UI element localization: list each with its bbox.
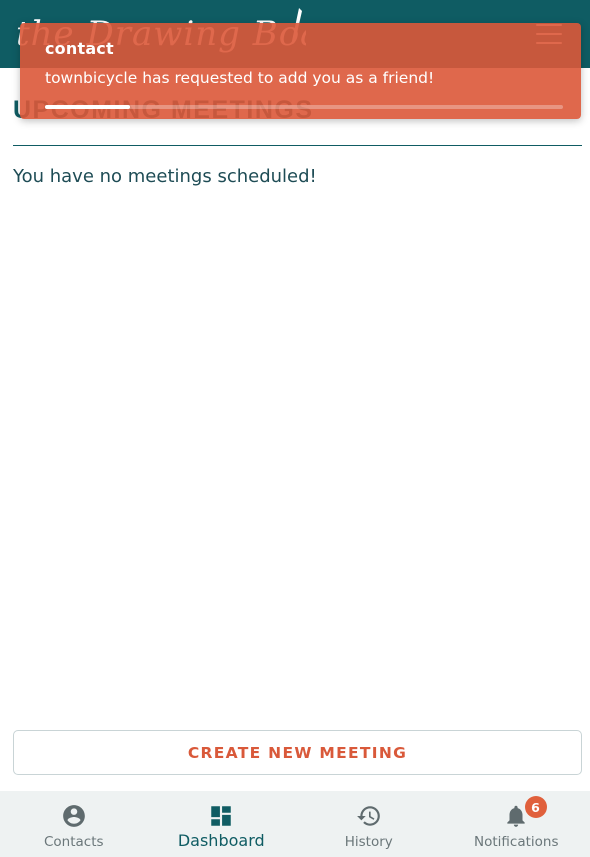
nav-label-contacts: Contacts [43, 834, 104, 850]
notification-toast[interactable]: contact townbicycle has requested to add… [20, 23, 581, 119]
nav-item-contacts[interactable]: Contacts [0, 791, 148, 857]
create-meeting-button[interactable]: CREATE NEW MEETING [13, 730, 582, 775]
nav-label-dashboard: Dashboard [177, 831, 265, 850]
nav-item-history[interactable]: History [295, 791, 443, 857]
section-divider [13, 145, 582, 146]
bottom-navigation: Contacts Dashboard History 6 Notificatio… [0, 791, 590, 857]
nav-item-dashboard[interactable]: Dashboard [148, 791, 296, 857]
nav-label-notifications: Notifications [474, 834, 559, 850]
nav-item-notifications[interactable]: 6 Notifications [443, 791, 590, 857]
history-icon [356, 806, 380, 826]
account-circle-icon [62, 805, 85, 827]
toast-title: contact [45, 39, 114, 58]
nav-label-history: History [344, 834, 393, 850]
toast-progress-track [45, 105, 563, 109]
notification-count-badge: 6 [524, 796, 547, 818]
toast-message: townbicycle has requested to add you as … [45, 69, 435, 87]
toast-progress-bar [45, 105, 131, 109]
dashboard-icon [211, 806, 231, 826]
empty-meetings-message: You have no meetings scheduled! [13, 166, 317, 187]
